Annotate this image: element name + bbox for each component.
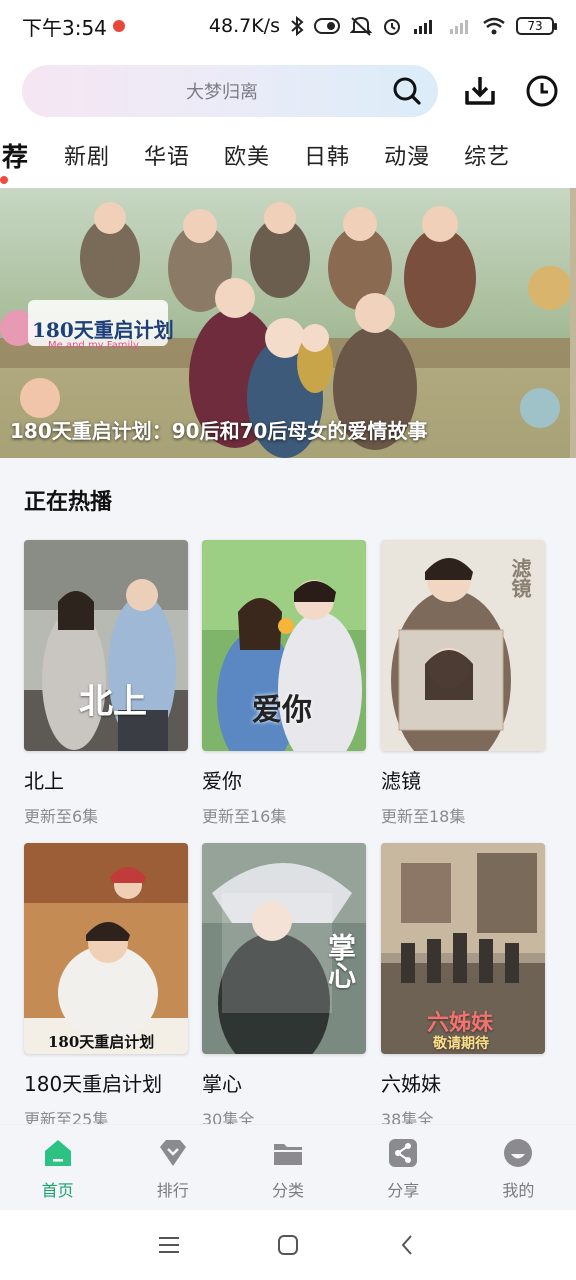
drama-card[interactable]: 北上 北上 更新至6集 [24,540,188,827]
nav-ranking[interactable]: 排行 [115,1125,230,1210]
poster-image: 北上 [24,540,188,751]
tab-recommend[interactable]: 荐 [2,137,48,174]
toggle-icon [314,17,340,35]
banner-logo-sub: Me and my Family [48,340,139,351]
home-nav-button[interactable] [273,1230,303,1260]
banner-carousel[interactable]: 180天重启计划 Me and my Family 180天重启计划：90后和7… [0,188,570,458]
poster-title: 180天重启计划 [48,1033,155,1051]
nav-label: 分享 [387,1181,420,1200]
alarm-icon [382,16,402,36]
net-speed: 48.7K/s [208,15,280,37]
card-title: 爱你 [202,769,242,793]
card-title: 滤镜 [381,769,421,793]
banner-logo: 180天重启计划 [32,318,174,342]
card-title: 180天重启计划 [24,1072,163,1096]
status-bar: 下午3:54 48.7K/s 73 [0,0,576,52]
card-episode-status: 更新至18集 [381,807,466,826]
square-icon [277,1235,298,1255]
tab-active-indicator [0,176,8,184]
card-title: 北上 [24,769,64,793]
drama-card[interactable]: 六姊妹 敬请期待 六姊妹 38集全 [381,843,545,1130]
nav-profile[interactable]: 我的 [461,1125,576,1210]
poster-subtitle: 敬请期待 [433,1036,489,1052]
poster-image: 掌心 [202,843,366,1054]
poster-image: 滤镜 [381,540,545,751]
nav-label: 排行 [156,1181,189,1200]
drama-card[interactable]: 爱你 爱你 更新至16集 [202,540,366,827]
battery-icon: 73 [516,17,557,35]
signal-icon [412,17,438,35]
folder-icon [274,1144,302,1165]
menu-icon [159,1237,180,1253]
bottom-nav: 首页 排行 分类 分享 我的 [0,1124,576,1210]
nav-share[interactable]: 分享 [346,1125,461,1210]
wifi-icon [482,17,506,35]
poster-image: 爱你 [202,540,366,751]
card-title: 六姊妹 [381,1072,441,1096]
notification-dot-icon [112,20,125,32]
home-icon [44,1140,71,1166]
poster-image: 180天重启计划 [24,843,188,1054]
status-right-group: 48.7K/s 73 [208,15,557,37]
profile-icon [504,1139,533,1167]
main-content: 正在热播 北上 北上 更新至6集 爱你 爱你 更新至16集 滤镜 滤镜 更新至1… [0,458,576,1129]
share-icon [389,1139,418,1167]
category-tabs: 荐 新剧 华语 欧美 日韩 动漫 综艺 [0,132,576,178]
clock-icon [526,75,558,107]
signal-2-icon [448,17,472,35]
nav-category[interactable]: 分类 [230,1125,345,1210]
tab-anime[interactable]: 动漫 [384,139,430,171]
search-row: 大梦归离 [22,64,562,118]
download-icon [465,77,495,105]
mute-icon [350,16,372,36]
drama-card[interactable]: 掌心 掌心 30集全 [202,843,366,1130]
poster-title: 爱你 [252,693,312,728]
search-input[interactable]: 大梦归离 [22,65,438,117]
search-icon[interactable] [392,76,422,106]
chevron-left-icon [401,1235,412,1255]
card-episode-status: 更新至16集 [202,807,287,826]
section-title: 正在热播 [24,490,113,515]
system-nav-bar [0,1210,576,1280]
nav-home[interactable]: 首页 [0,1125,115,1210]
banner-next-peek [570,188,576,458]
search-placeholder: 大梦归离 [186,82,258,103]
ranking-icon [159,1140,186,1166]
poster-title: 滤镜 [508,558,532,598]
drama-card[interactable]: 180天重启计划 180天重启计划 更新至25集 [24,843,188,1130]
nav-label: 首页 [41,1181,74,1200]
nav-label: 我的 [502,1181,535,1200]
menu-button[interactable] [154,1230,184,1260]
banner-caption: 180天重启计划：90后和70后母女的爱情故事 [10,419,428,443]
poster-image: 六姊妹 敬请期待 [381,843,545,1054]
history-button[interactable] [522,71,562,111]
download-button[interactable] [460,71,500,111]
tab-new-drama[interactable]: 新剧 [64,139,110,171]
tab-chinese[interactable]: 华语 [144,139,190,171]
card-title: 掌心 [202,1072,242,1096]
card-episode-status: 更新至6集 [24,807,99,826]
poster-title: 掌心 [324,933,357,989]
tab-japan-korea[interactable]: 日韩 [304,139,350,171]
status-time: 下午3:54 [22,15,107,40]
bluetooth-icon [290,16,304,36]
back-button[interactable] [392,1230,422,1260]
nav-label: 分类 [272,1181,305,1200]
tab-variety[interactable]: 综艺 [464,139,510,171]
tab-western[interactable]: 欧美 [224,139,270,171]
poster-title: 北上 [79,682,147,722]
drama-card[interactable]: 滤镜 滤镜 更新至18集 [381,540,545,827]
